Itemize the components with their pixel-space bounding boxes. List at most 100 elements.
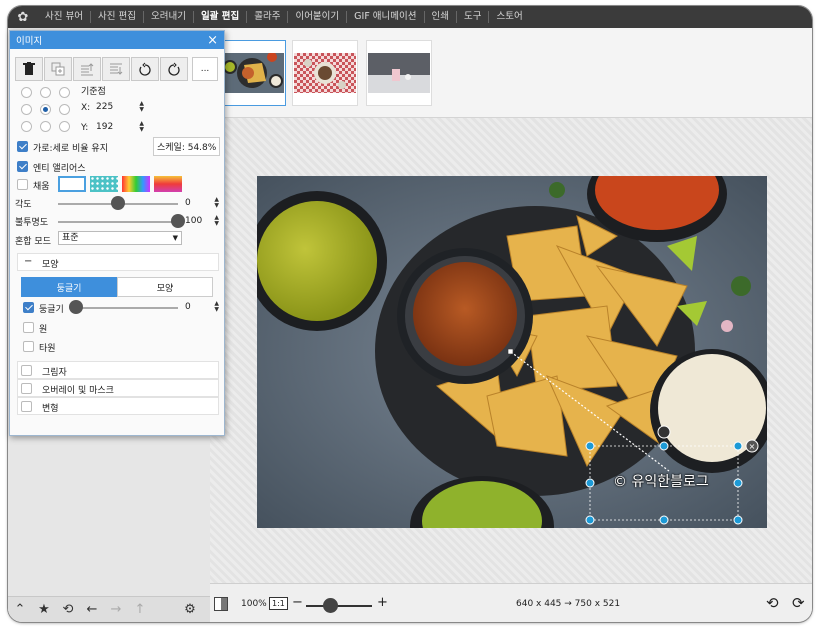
angle-value: 0: [185, 198, 191, 208]
x-input[interactable]: 225 ▲ ▼: [96, 100, 144, 114]
menu-batch-edit[interactable]: 일괄 편집: [194, 11, 248, 23]
more-button[interactable]: ...: [192, 57, 218, 81]
y-label: Y:: [81, 123, 89, 133]
opacity-stepper-icon[interactable]: ▲ ▼: [214, 215, 219, 227]
scale-button[interactable]: 스케일: 54.8%: [153, 137, 221, 156]
zoom-slider-knob[interactable]: [322, 598, 338, 613]
menu-combine[interactable]: 이어붙이기: [288, 11, 348, 23]
anchor-center[interactable]: [40, 104, 51, 115]
menu-gif[interactable]: GIF 애니메이션: [347, 11, 425, 23]
rotate-left-icon: [139, 62, 151, 76]
angle-stepper-icon[interactable]: ▲ ▼: [214, 197, 219, 209]
compare-icon[interactable]: [214, 597, 228, 611]
image-properties-panel: 이미지 × ... 기준점 X: 225 ▲ ▼ Y: 192 ▲ ▼ 가로:세로 …: [9, 30, 225, 436]
keep-ratio-checkbox[interactable]: [17, 141, 28, 152]
delete-button[interactable]: [15, 57, 43, 81]
actual-size-button[interactable]: 1:1: [269, 597, 288, 610]
zoom-slider-track[interactable]: [306, 605, 372, 607]
zoom-in-button[interactable]: +: [377, 595, 388, 610]
rotate-left-button[interactable]: [131, 57, 159, 81]
send-backward-button[interactable]: [102, 57, 130, 81]
transform-section[interactable]: 변형: [17, 397, 219, 415]
menu-store[interactable]: 스토어: [489, 11, 529, 23]
anchor-top-left[interactable]: [21, 87, 32, 98]
thumbnail-kitchen-image: [368, 53, 430, 93]
fill-checkbox[interactable]: [17, 179, 28, 190]
fill-swatch-rainbow[interactable]: [122, 176, 150, 192]
round-input[interactable]: 0 ▲ ▼: [185, 300, 219, 314]
opacity-input[interactable]: 100 ▲ ▼: [185, 214, 219, 228]
menu-tools[interactable]: 도구: [457, 11, 490, 23]
opacity-slider-track[interactable]: [58, 221, 178, 223]
watermark-text[interactable]: © 유익한블로그: [613, 471, 709, 491]
transform-label: 변형: [42, 404, 59, 414]
panel-header[interactable]: 이미지 ×: [10, 31, 224, 49]
menu-photo-edit[interactable]: 사진 편집: [91, 11, 144, 23]
fill-swatch-pattern[interactable]: [90, 176, 118, 192]
up-arrow-icon[interactable]: ↑: [132, 602, 148, 618]
x-value: 225: [96, 102, 114, 112]
x-stepper-icon[interactable]: ▲ ▼: [139, 101, 144, 113]
opacity-slider-knob[interactable]: [171, 214, 185, 228]
editor-canvas[interactable]: × © 유익한블로그: [210, 118, 812, 583]
close-icon[interactable]: ×: [207, 33, 218, 48]
edited-photo[interactable]: × © 유익한블로그: [257, 176, 767, 528]
thumbnail-kitchen[interactable]: [366, 40, 432, 106]
tab-round[interactable]: 둥글기: [21, 277, 117, 297]
y-stepper-icon[interactable]: ▲ ▼: [139, 121, 144, 133]
angle-slider-knob[interactable]: [111, 196, 125, 210]
antialias-checkbox[interactable]: [17, 161, 28, 172]
shadow-checkbox[interactable]: [21, 365, 32, 376]
app-logo-icon[interactable]: ✿: [8, 6, 38, 28]
overlay-section[interactable]: 오버레이 및 마스크: [17, 379, 219, 397]
circle-checkbox[interactable]: [23, 322, 34, 333]
round-slider-track[interactable]: [76, 307, 178, 309]
round-stepper-icon[interactable]: ▲ ▼: [214, 301, 219, 313]
duplicate-button[interactable]: [44, 57, 72, 81]
bring-forward-icon: [81, 63, 94, 76]
menu-collage[interactable]: 콜라주: [247, 11, 289, 23]
back-arrow-icon[interactable]: ←: [84, 602, 100, 618]
blend-mode-select[interactable]: 표준 ▼: [58, 231, 182, 245]
thumbnail-picnic[interactable]: [292, 40, 358, 106]
thumbnail-nachos[interactable]: [220, 40, 286, 106]
shape-section-header[interactable]: − 모양: [17, 253, 219, 271]
top-menu-bar: ✿ 사진 뷰어 사진 편집 오려내기 일괄 편집 콜라주 이어붙이기 GIF 애…: [8, 6, 812, 28]
gear-icon[interactable]: ⚙: [182, 602, 198, 618]
zoom-out-button[interactable]: −: [292, 595, 303, 610]
ellipse-checkbox[interactable]: [23, 341, 34, 352]
anchor-bottom-center[interactable]: [40, 121, 51, 132]
round-slider-knob[interactable]: [69, 300, 83, 314]
star-icon[interactable]: ★: [36, 602, 52, 618]
anchor-middle-left[interactable]: [21, 104, 32, 115]
bring-forward-button[interactable]: [73, 57, 101, 81]
blend-mode-value: 표준: [62, 233, 79, 243]
forward-arrow-icon[interactable]: →: [108, 602, 124, 618]
fill-swatch-solid[interactable]: [58, 176, 86, 192]
anchor-middle-right[interactable]: [59, 104, 70, 115]
anchor-bottom-right[interactable]: [59, 121, 70, 132]
round-checkbox[interactable]: [23, 302, 34, 313]
anchor-bottom-left[interactable]: [21, 121, 32, 132]
refresh-icon[interactable]: ⟲: [60, 602, 76, 618]
shadow-section[interactable]: 그림자: [17, 361, 219, 379]
y-input[interactable]: 192 ▲ ▼: [96, 120, 144, 134]
y-value: 192: [96, 122, 114, 132]
menu-print[interactable]: 인쇄: [425, 11, 457, 23]
rotate-cw-icon[interactable]: ⟳: [792, 594, 805, 612]
anchor-top-center[interactable]: [40, 87, 51, 98]
anchor-top-right[interactable]: [59, 87, 70, 98]
overlay-checkbox[interactable]: [21, 383, 32, 394]
x-label: X:: [81, 103, 91, 113]
chevron-up-icon[interactable]: ⌃: [12, 602, 28, 618]
menu-cutout[interactable]: 오려내기: [144, 11, 194, 23]
fill-swatch-gradient[interactable]: [154, 176, 182, 192]
rotate-ccw-icon[interactable]: ⟲: [766, 594, 779, 612]
copyright-icon: ©: [613, 474, 627, 490]
transform-checkbox[interactable]: [21, 401, 32, 412]
zoom-percent: 100%: [241, 599, 267, 609]
angle-input[interactable]: 0 ▲ ▼: [185, 196, 219, 210]
tab-shape[interactable]: 모양: [117, 277, 213, 297]
rotate-right-button[interactable]: [160, 57, 188, 81]
menu-photo-viewer[interactable]: 사진 뷰어: [38, 11, 91, 23]
